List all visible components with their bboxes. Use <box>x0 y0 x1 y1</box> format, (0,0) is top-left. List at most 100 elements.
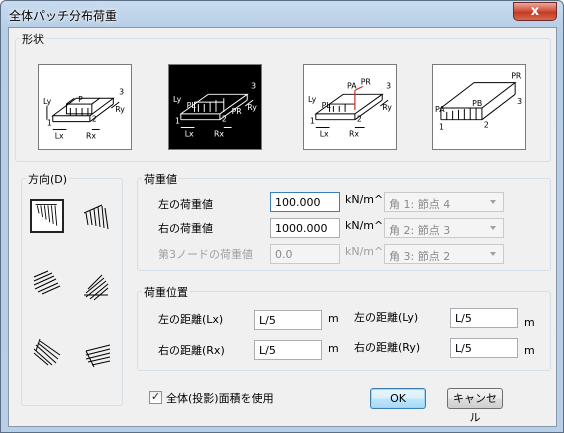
chevron-down-icon <box>490 226 496 230</box>
svg-text:1: 1 <box>310 117 315 126</box>
svg-text:1: 1 <box>175 117 180 126</box>
direction-group-label: 方向(D) <box>26 171 70 187</box>
lx-unit: m <box>328 312 339 325</box>
rx-label: 右の距離(Rx) <box>158 344 225 357</box>
right-load-input[interactable]: 1000.000 <box>270 218 340 238</box>
svg-text:2: 2 <box>222 115 227 124</box>
direction-hatch-icon <box>84 274 109 301</box>
dialog-window: 全体パッチ分布荷重 x 形状 Ly Lx Rx Ry 1 2 3 P Ly Lx… <box>0 0 564 433</box>
svg-text:PR: PR <box>361 78 372 87</box>
left-load-input[interactable]: 100.000 <box>270 192 340 212</box>
right-load-unit: kN/m^ <box>345 219 384 232</box>
direction-hatch-icon <box>83 204 109 230</box>
direction-hatch-icon <box>33 270 61 295</box>
direction-option-2[interactable] <box>80 199 114 233</box>
rx-unit: m <box>328 342 339 355</box>
title-bar[interactable]: 全体パッチ分布荷重 x <box>1 1 563 27</box>
svg-text:1: 1 <box>47 119 52 128</box>
load-position-group: 荷重位置 左の距離(Lx) L/5 m 左の距離(Ly) L/5 m 右の距離(… <box>137 284 551 371</box>
chevron-down-icon <box>490 252 496 256</box>
shape-group-label: 形状 <box>20 31 46 47</box>
svg-text:3: 3 <box>517 97 522 106</box>
left-corner-value: 角 1: 節点 4 <box>389 198 451 211</box>
svg-text:1: 1 <box>439 122 444 131</box>
svg-text:PR: PR <box>511 72 522 81</box>
close-button[interactable]: x <box>513 2 557 21</box>
shape-linear-patch[interactable]: Ly Lx Rx Ry 1 2 3 PL PR <box>168 64 262 150</box>
third-corner-combo: 角 3: 節点 2 <box>384 244 504 264</box>
svg-text:Rx: Rx <box>214 129 224 138</box>
direction-hatch-icon <box>35 204 58 226</box>
cancel-button[interactable]: キャンセル <box>447 388 503 424</box>
svg-text:Lx: Lx <box>320 129 329 138</box>
uniform-patch-diagram-icon: Ly Lx Rx Ry 1 2 3 P <box>43 87 125 140</box>
third-load-label: 第3ノードの荷重値 <box>158 248 253 261</box>
right-load-label: 右の荷重値 <box>158 222 213 235</box>
svg-text:Ly: Ly <box>308 95 317 104</box>
svg-text:3: 3 <box>119 87 124 96</box>
svg-text:Ry: Ry <box>247 103 257 112</box>
rx-input[interactable]: L/5 <box>254 340 322 360</box>
left-corner-combo: 角 1: 節点 4 <box>384 192 504 212</box>
trapezoid-patch-diagram-icon: Ly Lx Rx Ry 1 2 3 PL PR PA <box>308 78 392 139</box>
third-corner-value: 角 3: 節点 2 <box>389 250 451 263</box>
svg-text:PA: PA <box>347 81 357 90</box>
shape-full-slab[interactable]: PA PB PR 1 2 3 <box>432 64 526 150</box>
ly-unit: m <box>524 316 535 329</box>
left-load-label: 左の荷重値 <box>158 198 213 211</box>
lx-input[interactable]: L/5 <box>254 310 322 330</box>
direction-hatch-icon <box>33 338 61 366</box>
shape-group: 形状 Ly Lx Rx Ry 1 2 3 P Ly Lx Rx Ry 1 2 3… <box>15 31 551 162</box>
svg-text:Lx: Lx <box>55 131 64 140</box>
svg-text:Rx: Rx <box>349 129 359 138</box>
full-slab-diagram-icon: PA PB PR 1 2 3 <box>435 72 522 132</box>
svg-text:PA: PA <box>435 105 445 114</box>
direction-option-4[interactable] <box>80 271 114 305</box>
ry-input[interactable]: L/5 <box>450 338 518 358</box>
svg-text:Ry: Ry <box>382 103 392 112</box>
window-title: 全体パッチ分布荷重 <box>9 9 118 23</box>
svg-text:Lx: Lx <box>185 129 194 138</box>
chevron-down-icon <box>490 200 496 204</box>
left-load-unit: kN/m^ <box>345 193 384 206</box>
lx-label: 左の距離(Lx) <box>158 313 224 326</box>
shape-uniform-patch[interactable]: Ly Lx Rx Ry 1 2 3 P <box>38 64 132 150</box>
ry-label: 右の距離(Ry) <box>354 341 421 354</box>
load-value-group: 荷重値 左の荷重値 100.000 kN/m^ 角 1: 節点 4 右の荷重値 … <box>137 171 551 271</box>
shape-trapezoid-patch[interactable]: Ly Lx Rx Ry 1 2 3 PL PR PA <box>303 64 397 150</box>
right-corner-combo: 角 2: 節点 3 <box>384 218 504 238</box>
svg-text:PR: PR <box>232 107 243 116</box>
svg-text:Ly: Ly <box>43 97 52 106</box>
svg-text:2: 2 <box>357 115 362 124</box>
direction-option-3[interactable] <box>30 267 64 301</box>
svg-text:3: 3 <box>386 81 391 90</box>
third-load-unit: kN/m^ <box>345 245 384 258</box>
svg-text:Ly: Ly <box>173 95 182 104</box>
right-corner-value: 角 2: 節点 3 <box>389 224 451 237</box>
direction-option-1[interactable] <box>30 199 64 233</box>
third-load-input: 0.0 <box>270 244 340 264</box>
direction-hatch-icon <box>85 344 111 368</box>
ly-input[interactable]: L/5 <box>450 308 518 328</box>
load-value-group-label: 荷重値 <box>142 171 179 187</box>
ly-label: 左の距離(Ly) <box>354 311 419 324</box>
ry-unit: m <box>524 344 535 357</box>
use-projected-area-checkbox[interactable]: ✓ <box>149 391 162 404</box>
svg-text:PL: PL <box>187 101 197 110</box>
svg-text:2: 2 <box>484 121 489 130</box>
direction-option-6[interactable] <box>82 339 116 373</box>
load-position-group-label: 荷重位置 <box>142 284 190 300</box>
direction-option-5[interactable] <box>30 335 64 369</box>
use-projected-area-label: 全体(投影)面積を使用 <box>166 392 274 405</box>
svg-text:PL: PL <box>322 101 332 110</box>
ok-button[interactable]: OK <box>370 388 426 409</box>
svg-text:P: P <box>78 95 83 104</box>
svg-text:3: 3 <box>251 81 256 90</box>
svg-text:Rx: Rx <box>86 131 96 140</box>
linear-patch-diagram-icon: Ly Lx Rx Ry 1 2 3 PL PR <box>173 81 257 138</box>
svg-text:Ry: Ry <box>115 105 125 114</box>
dialog-client: 形状 Ly Lx Rx Ry 1 2 3 P Ly Lx Rx Ry 1 2 3… <box>8 27 557 427</box>
svg-text:2: 2 <box>92 115 97 124</box>
svg-text:PB: PB <box>472 99 482 108</box>
direction-group: 方向(D) <box>21 171 123 406</box>
